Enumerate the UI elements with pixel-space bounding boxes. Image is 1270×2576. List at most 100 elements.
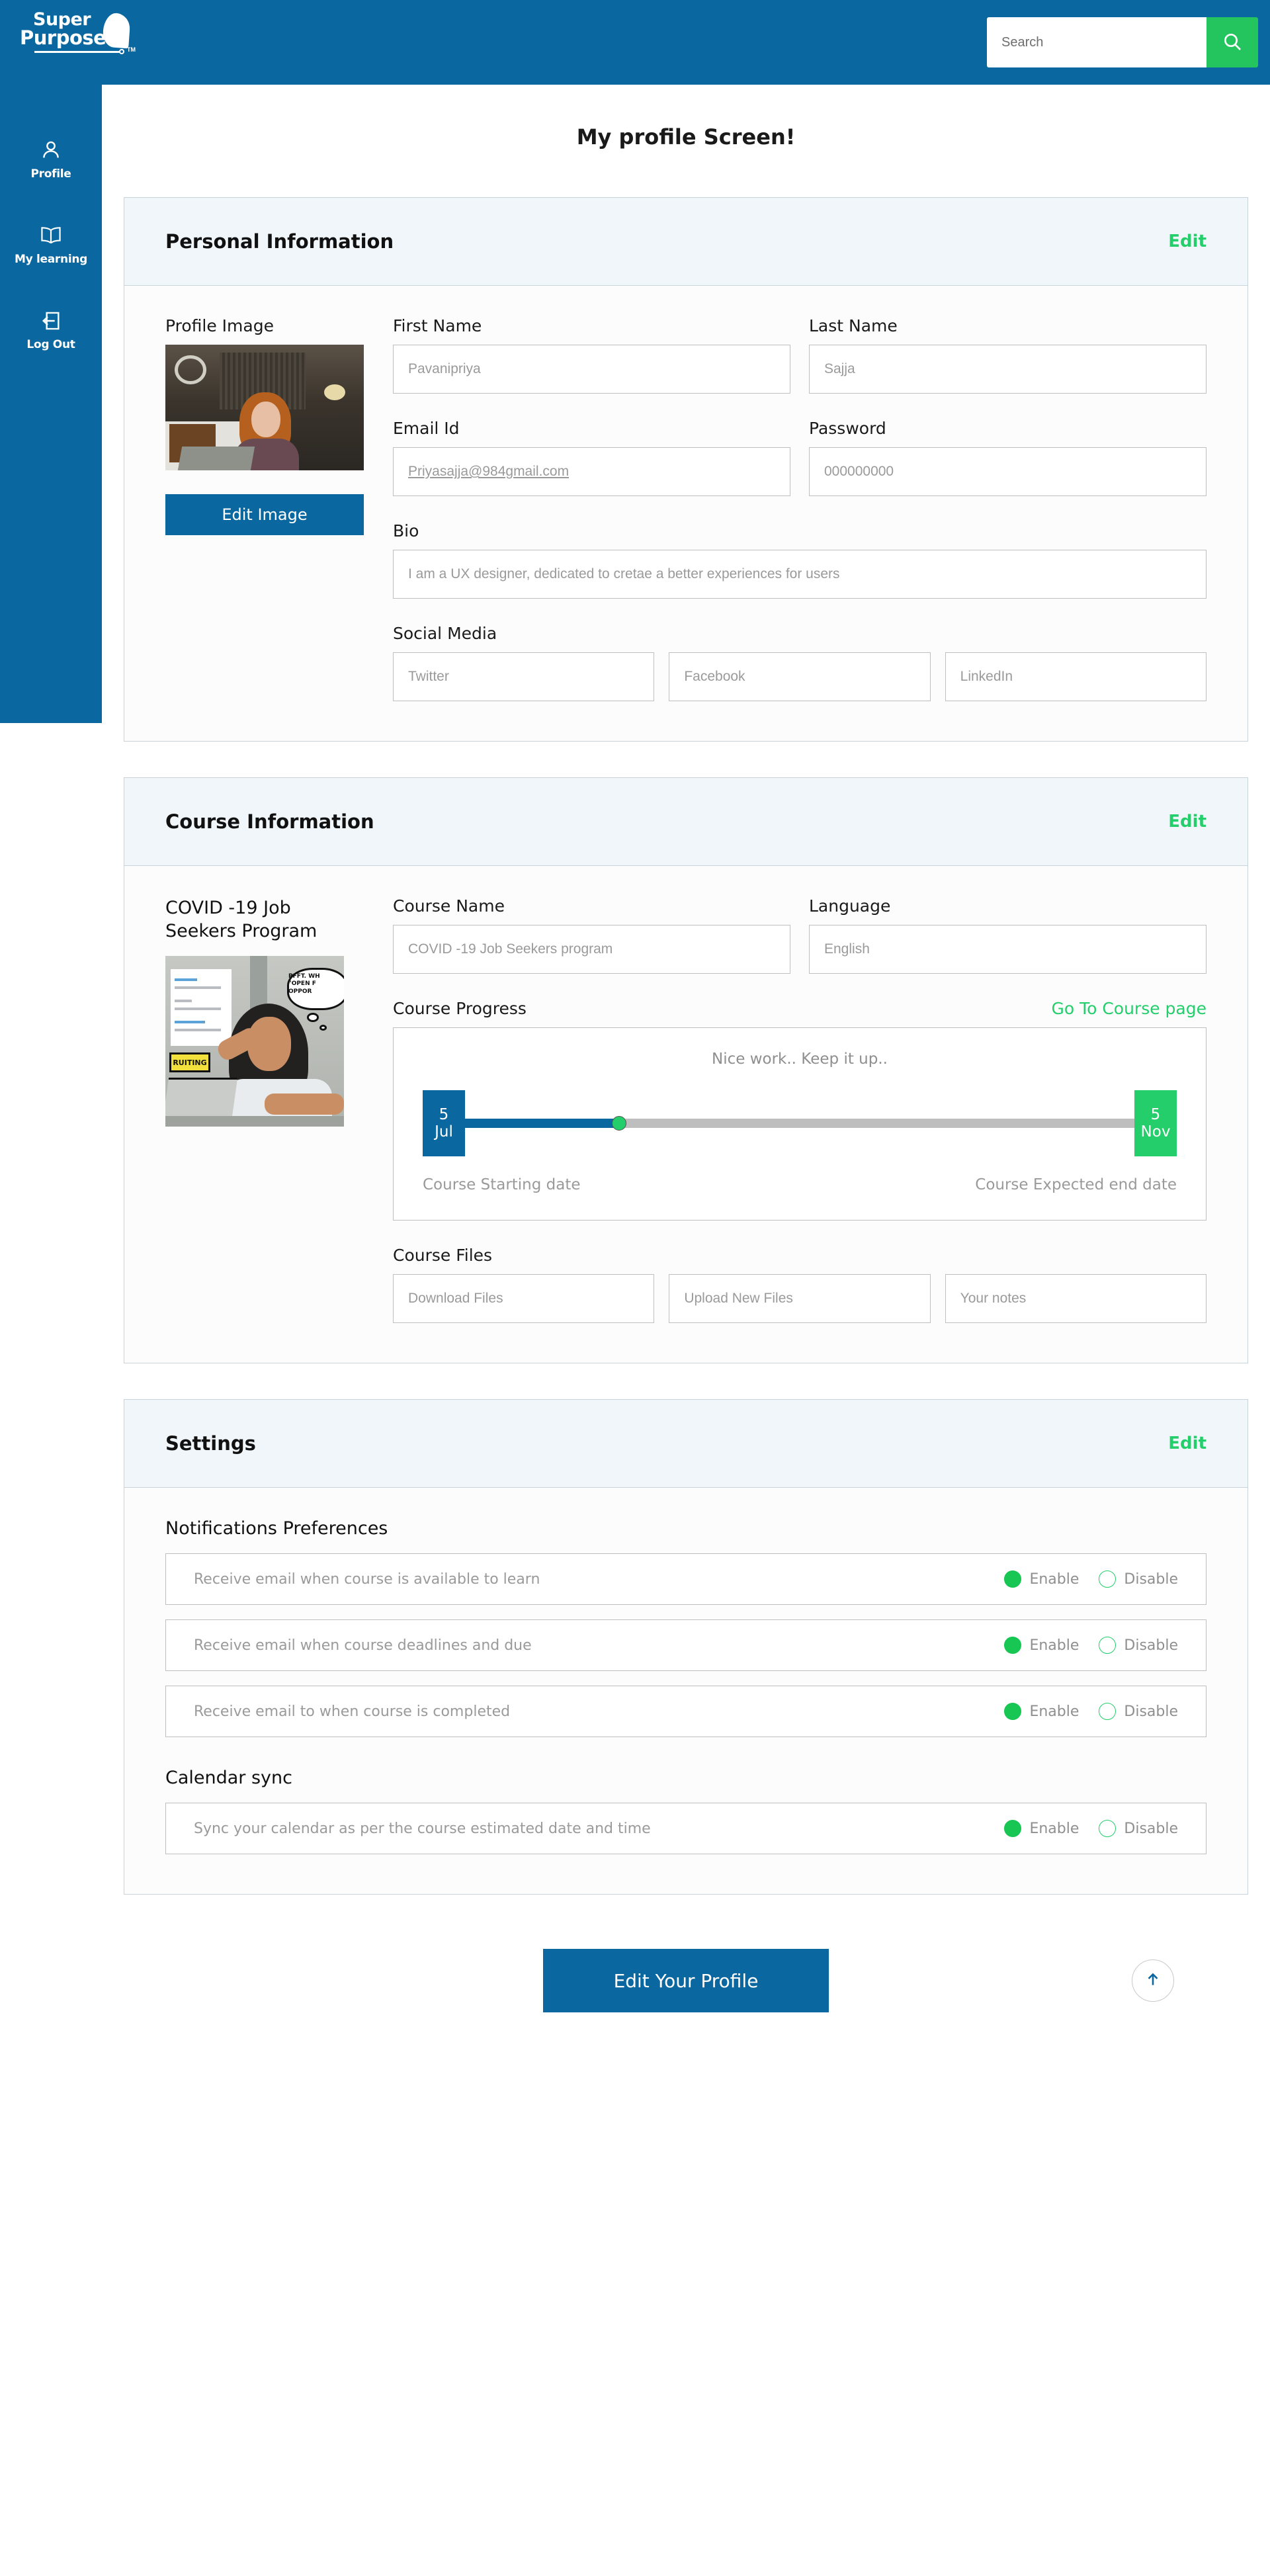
footer: Edit Your Profile xyxy=(124,1895,1248,2067)
radio-dot-icon xyxy=(1004,1820,1022,1837)
go-to-course-page-link[interactable]: Go To Course page xyxy=(1051,999,1206,1018)
profile-photo xyxy=(165,345,364,470)
edit-course-information-link[interactable]: Edit xyxy=(1168,812,1206,832)
course-information-section: Course Information Edit COVID -19 Job Se… xyxy=(124,777,1248,1363)
course-name-group: Course Name xyxy=(393,896,790,974)
radio-dot-icon xyxy=(1099,1570,1117,1588)
logout-icon xyxy=(40,307,62,335)
disable-label: Disable xyxy=(1124,1570,1178,1588)
settings-body: Notifications Preferences Receive email … xyxy=(124,1488,1248,1895)
page-title: My profile Screen! xyxy=(576,124,796,150)
last-name-input[interactable] xyxy=(809,345,1206,394)
content-container: Personal Information Edit Profile Image … xyxy=(124,197,1248,2067)
course-start-date-chip: 5 Jul xyxy=(423,1090,465,1156)
enable-radio-option[interactable]: Enable xyxy=(1004,1637,1079,1654)
linkedin-input[interactable] xyxy=(945,652,1206,701)
settings-section: Settings Edit Notifications Preferences … xyxy=(124,1399,1248,1895)
radio-dot-icon xyxy=(1004,1703,1022,1720)
section-title: Settings xyxy=(165,1432,256,1455)
first-name-group: First Name xyxy=(393,316,790,394)
course-progress-group: Course Progress Go To Course page Nice w… xyxy=(393,999,1206,1221)
search-button[interactable] xyxy=(1206,17,1258,67)
arrow-up-icon xyxy=(1144,1971,1162,1991)
edit-settings-link[interactable]: Edit xyxy=(1168,1434,1206,1453)
start-day: 5 xyxy=(439,1105,449,1123)
progress-message: Nice work.. Keep it up.. xyxy=(712,1051,888,1068)
enable-radio-option[interactable]: Enable xyxy=(1004,1570,1079,1588)
disable-radio-option[interactable]: Disable xyxy=(1099,1820,1178,1837)
logo[interactable]: Super Purposes TM xyxy=(20,11,139,64)
scroll-to-top-button[interactable] xyxy=(1132,1959,1174,2002)
edit-image-button[interactable]: Edit Image xyxy=(165,494,364,535)
bio-group: Bio xyxy=(393,521,1206,599)
edit-your-profile-button[interactable]: Edit Your Profile xyxy=(543,1949,829,2012)
social-media-group: Social Media xyxy=(393,624,1206,701)
personal-information-section: Personal Information Edit Profile Image … xyxy=(124,197,1248,742)
enable-label: Enable xyxy=(1029,1570,1080,1588)
last-name-group: Last Name xyxy=(809,316,1206,394)
user-icon xyxy=(40,136,62,164)
course-fields-column: Course Name Language Course Progress xyxy=(393,896,1206,1323)
password-group: Password xyxy=(809,419,1206,496)
enable-label: Enable xyxy=(1029,1637,1080,1654)
course-name-input[interactable] xyxy=(393,925,790,974)
progress-slider-handle[interactable] xyxy=(611,1116,626,1131)
disable-radio-option[interactable]: Disable xyxy=(1099,1570,1178,1588)
section-title: Personal Information xyxy=(165,230,394,253)
email-input[interactable] xyxy=(393,447,790,496)
first-name-input[interactable] xyxy=(393,345,790,394)
thumbnail-sign-text: RUITING xyxy=(169,1052,210,1073)
radio-dot-icon xyxy=(1099,1637,1117,1654)
sidebar-item-profile[interactable]: Profile xyxy=(0,136,102,181)
thumbnail-bubble-text: PFFT. WH "OPEN F OPPOR xyxy=(288,973,320,995)
language-input[interactable] xyxy=(809,925,1206,974)
end-date-caption: Course Expected end date xyxy=(975,1176,1177,1193)
sidebar-item-my-learning[interactable]: My learning xyxy=(0,222,102,266)
course-information-header: Course Information Edit xyxy=(124,777,1248,866)
edit-personal-information-link[interactable]: Edit xyxy=(1168,232,1206,251)
course-progress-box: Nice work.. Keep it up.. 5 Jul 5 Nov Cou… xyxy=(393,1027,1206,1221)
personal-information-header: Personal Information Edit xyxy=(124,197,1248,286)
upload-new-files-input[interactable] xyxy=(669,1274,931,1323)
first-name-label: First Name xyxy=(393,316,482,335)
enable-label: Enable xyxy=(1029,1820,1080,1837)
sidebar: Profile My learning Log Out xyxy=(0,85,102,723)
notification-text: Receive email to when course is complete… xyxy=(194,1703,511,1720)
section-title: Course Information xyxy=(165,810,374,833)
search-icon xyxy=(1222,31,1243,54)
enable-radio-option[interactable]: Enable xyxy=(1004,1820,1079,1837)
logo-rule xyxy=(34,51,120,53)
radio-dot-icon xyxy=(1004,1637,1022,1654)
bio-input[interactable] xyxy=(393,550,1206,599)
progress-bar-track xyxy=(465,1119,1134,1128)
search-bar xyxy=(987,17,1258,67)
radio-dot-icon xyxy=(1099,1820,1117,1837)
disable-label: Disable xyxy=(1124,1820,1178,1837)
course-files-group: Course Files xyxy=(393,1246,1206,1323)
profile-image-column: Profile Image Edit Image xyxy=(165,316,364,701)
sidebar-item-label: My learning xyxy=(14,253,88,266)
course-thumbnail: PFFT. WH "OPEN F OPPOR RUITING xyxy=(165,956,344,1127)
facebook-input[interactable] xyxy=(669,652,931,701)
password-input[interactable] xyxy=(809,447,1206,496)
disable-radio-option[interactable]: Disable xyxy=(1099,1637,1178,1654)
your-notes-input[interactable] xyxy=(945,1274,1206,1323)
download-files-input[interactable] xyxy=(393,1274,655,1323)
enable-radio-option[interactable]: Enable xyxy=(1004,1703,1079,1720)
progress-bar-fill xyxy=(465,1119,619,1128)
progress-track: 5 Jul 5 Nov xyxy=(423,1090,1177,1156)
course-files-label: Course Files xyxy=(393,1246,493,1265)
logo-dot-icon xyxy=(119,49,124,54)
sidebar-item-log-out[interactable]: Log Out xyxy=(0,307,102,351)
main-canvas: My profile Screen! Personal Information … xyxy=(102,85,1270,2576)
language-label: Language xyxy=(809,896,891,916)
social-media-label: Social Media xyxy=(393,624,497,643)
search-input[interactable] xyxy=(987,17,1206,67)
course-heading: COVID -19 Job Seekers Program xyxy=(165,898,318,942)
email-group: Email Id xyxy=(393,419,790,496)
book-icon xyxy=(38,222,64,249)
disable-radio-option[interactable]: Disable xyxy=(1099,1703,1178,1720)
logo-trademark: TM xyxy=(127,46,136,53)
start-date-caption: Course Starting date xyxy=(423,1176,581,1193)
twitter-input[interactable] xyxy=(393,652,655,701)
